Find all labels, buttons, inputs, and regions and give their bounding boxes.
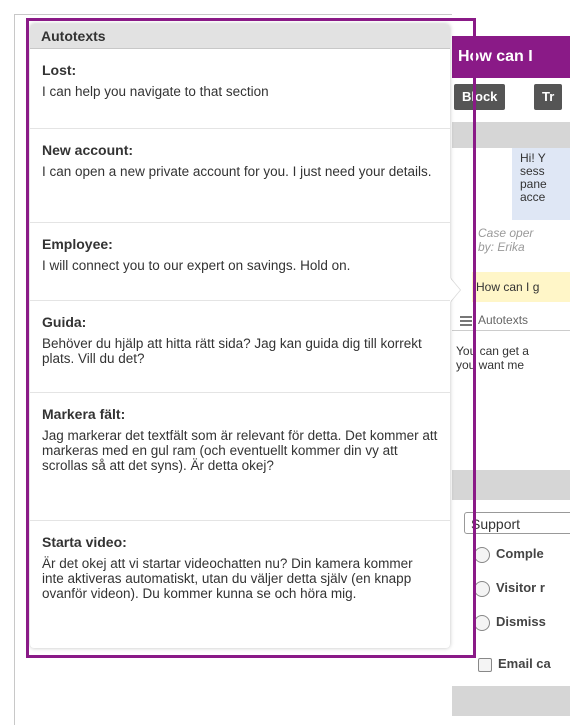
case-opened-note: Case oper by: Erika (478, 226, 533, 254)
autotext-title: Guida: (42, 314, 87, 330)
autotext-item[interactable]: Lost: I can help you navigate to that se… (30, 49, 450, 129)
autotext-text: I can help you navigate to that section (42, 84, 269, 99)
autotext-item[interactable]: Markera fält: Jag markerar det textfält … (30, 393, 450, 521)
autotext-text: Jag markerar det textfält som är relevan… (42, 428, 438, 473)
autotext-title: Markera fält: (42, 406, 126, 422)
autotext-title: Lost: (42, 62, 77, 78)
case-line: Case oper (478, 226, 534, 240)
radio-circle-icon (474, 546, 490, 563)
autotexts-tab-label: Autotexts (478, 313, 529, 327)
case-line: by: Erika (478, 240, 525, 254)
radio-complete[interactable]: Comple (474, 546, 544, 563)
autotext-text: I can open a new private account for you… (42, 164, 432, 179)
radio-label: Dismiss (496, 614, 546, 629)
radio-circle-icon (474, 614, 490, 631)
chat-footer-bar (452, 470, 570, 500)
agent-message-bubble: Hi! Y sess pane acce (512, 148, 570, 220)
autotext-item[interactable]: Guida: Behöver du hjälp att hitta rätt s… (30, 301, 450, 393)
message-line: you want me (456, 358, 525, 372)
chat-panel: How can I Block Tr Hi! Y sess pane acce … (452, 14, 570, 725)
autotext-item[interactable]: Starta video: Är det okej att vi startar… (30, 521, 450, 648)
chat-bottom-bar (452, 686, 570, 716)
autotext-text: I will connect you to our expert on savi… (42, 258, 351, 273)
radio-dismiss[interactable]: Dismiss (474, 614, 546, 631)
transfer-button[interactable]: Tr (534, 84, 563, 110)
autotext-item[interactable]: New account: I can open a new private ac… (30, 129, 450, 223)
category-select[interactable]: Support (464, 512, 570, 534)
bubble-line: acce (520, 190, 546, 204)
autotext-text: Är det okej att vi startar videochatten … (42, 556, 413, 601)
message-line: You can get a (456, 344, 529, 358)
autotexts-tab[interactable]: Autotexts (452, 310, 570, 331)
checkbox-icon (478, 657, 492, 672)
autotext-text: Behöver du hjälp att hitta rätt sida? Ja… (42, 336, 422, 366)
autotext-title: Starta video: (42, 534, 127, 550)
chat-section-bar (452, 122, 570, 148)
window-frame-left (14, 14, 15, 725)
chat-header: How can I (452, 36, 570, 78)
highlighted-visitor-message: How can I g (472, 272, 570, 302)
popup-pointer (450, 278, 460, 302)
checkbox-label: Email ca (498, 656, 551, 671)
block-button[interactable]: Block (454, 84, 506, 110)
radio-visitor[interactable]: Visitor r (474, 580, 545, 597)
autotext-item[interactable]: Employee: I will connect you to our expe… (30, 223, 450, 301)
radio-circle-icon (474, 580, 490, 597)
email-checkbox[interactable]: Email ca (478, 656, 551, 672)
autotext-title: New account: (42, 142, 134, 158)
message-input[interactable]: You can get a you want me (456, 344, 529, 372)
radio-label: Visitor r (496, 580, 545, 595)
menu-lines-icon (460, 315, 472, 326)
popup-title: Autotexts (30, 24, 450, 49)
autotexts-popup: Autotexts Lost: I can help you navigate … (30, 24, 450, 648)
radio-label: Comple (496, 546, 544, 561)
autotext-title: Employee: (42, 236, 113, 252)
